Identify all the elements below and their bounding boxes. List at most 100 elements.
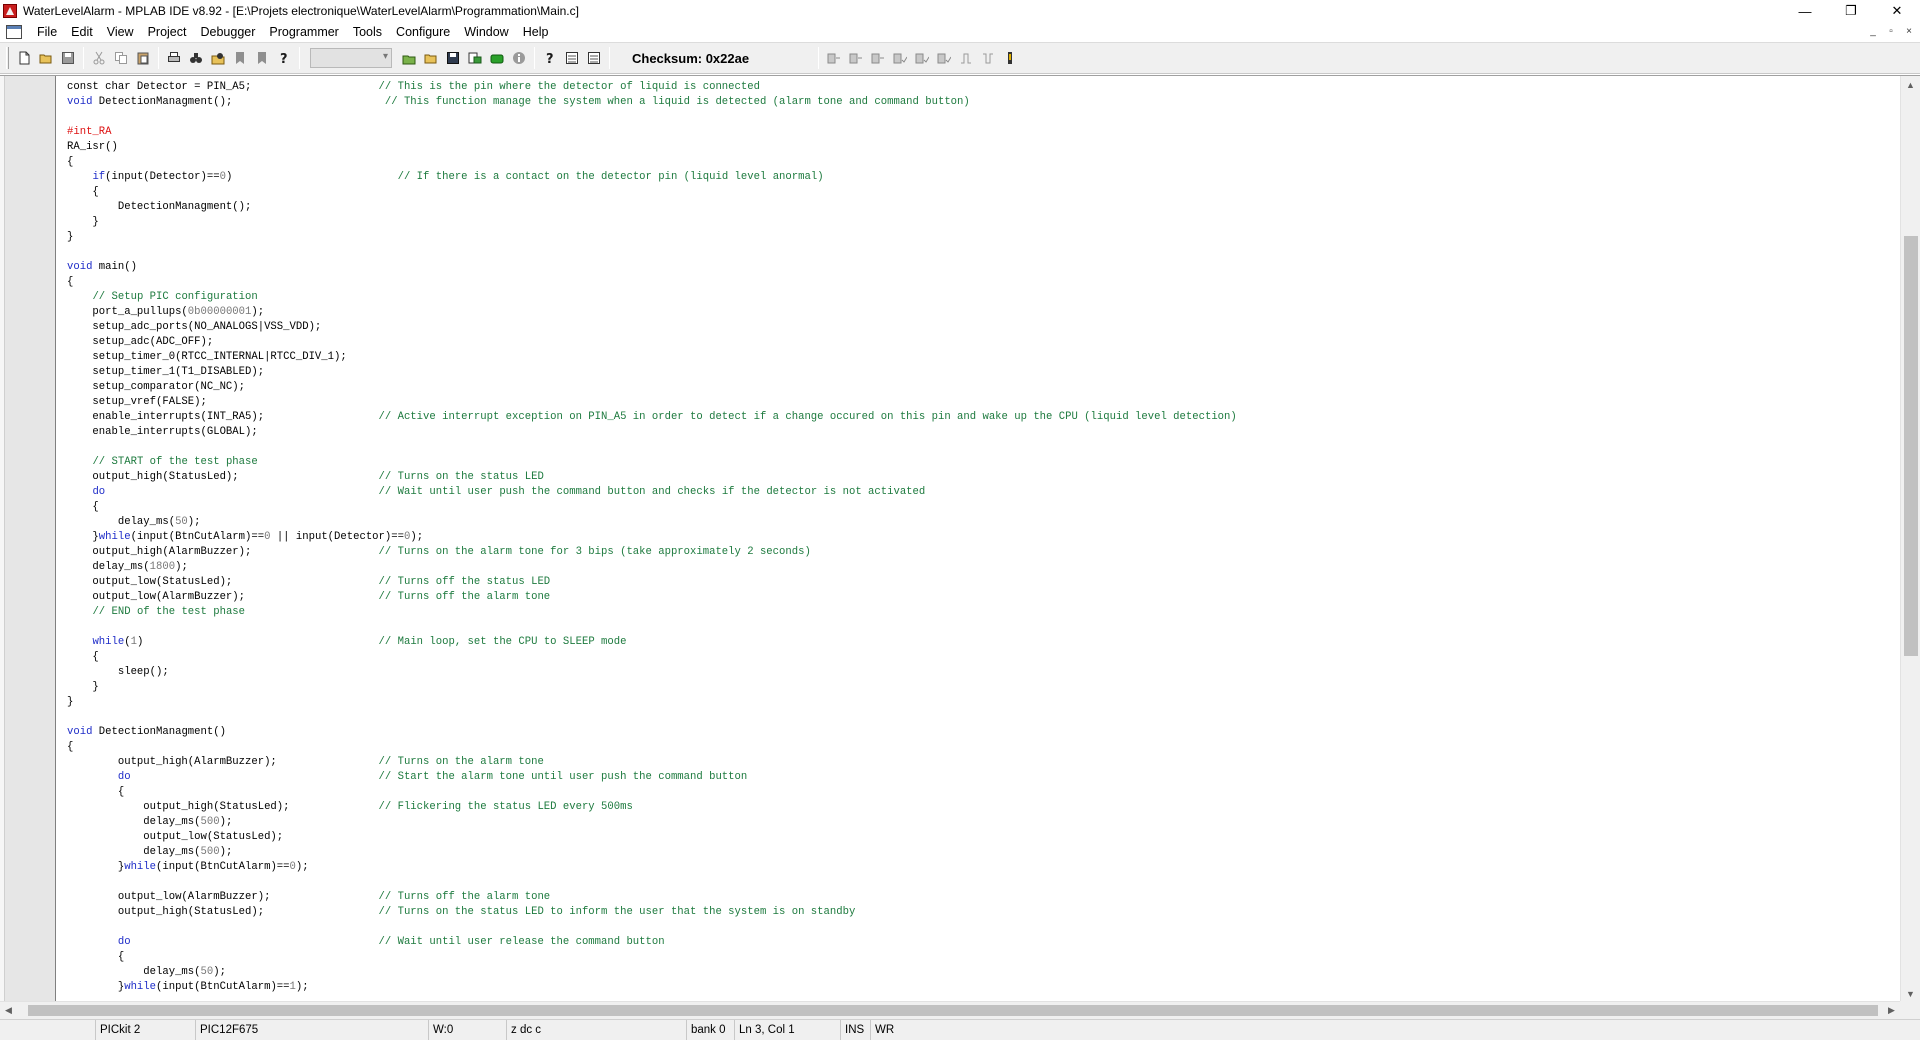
code-line[interactable]: output_low(StatusLed); // Turns off the … [67,575,1897,590]
close-icon[interactable]: ✕ [1874,0,1920,22]
code-line[interactable]: setup_adc_ports(NO_ANALOGS|VSS_VDD); [67,320,1897,335]
info-icon[interactable] [508,47,530,69]
code-line[interactable]: void main() [67,260,1897,275]
code-line[interactable]: setup_comparator(NC_NC); [67,380,1897,395]
doc-restore-icon[interactable]: ▫ [1884,25,1898,38]
code-line[interactable] [67,875,1897,890]
menu-file[interactable]: File [30,25,64,39]
code-line[interactable]: if(input(Detector)==0) // If there is a … [67,170,1897,185]
code-line[interactable]: RA_isr() [67,140,1897,155]
code-line[interactable]: output_high(StatusLed); // Flickering th… [67,800,1897,815]
menu-project[interactable]: Project [141,25,194,39]
menu-tools[interactable]: Tools [346,25,389,39]
new-file-icon[interactable] [13,47,35,69]
code-line[interactable]: delay_ms(1800); [67,560,1897,575]
code-line[interactable]: output_low(AlarmBuzzer); // Turns off th… [67,890,1897,905]
code-line[interactable]: output_high(StatusLed); // Turns on the … [67,470,1897,485]
menu-debugger[interactable]: Debugger [193,25,262,39]
programmer-connect-icon[interactable] [999,47,1021,69]
save-icon[interactable] [57,47,79,69]
code-line[interactable] [67,245,1897,260]
code-line[interactable]: setup_timer_1(T1_DISABLED); [67,365,1897,380]
open-folder-icon[interactable] [35,47,57,69]
code-line[interactable]: setup_vref(FALSE); [67,395,1897,410]
source-code[interactable]: const char Detector = PIN_A5; // This is… [67,80,1897,996]
menu-window[interactable]: Window [457,25,515,39]
code-line[interactable]: { [67,275,1897,290]
build-icon[interactable] [464,47,486,69]
code-line[interactable]: output_low(StatusLed); [67,830,1897,845]
menu-programmer[interactable]: Programmer [262,25,345,39]
toolbar-grip[interactable] [6,47,9,69]
code-line[interactable]: } [67,215,1897,230]
code-line[interactable]: output_high(AlarmBuzzer); // Turns on th… [67,545,1897,560]
save-project-icon[interactable] [442,47,464,69]
scroll-right-icon[interactable]: ▶ [1883,1002,1900,1019]
code-line[interactable]: delay_ms(500); [67,845,1897,860]
code-line[interactable]: do // Wait until user release the comman… [67,935,1897,950]
code-line[interactable]: while(1) // Main loop, set the CPU to SL… [67,635,1897,650]
editor-gutter[interactable] [0,76,56,1002]
code-line[interactable]: output_high(StatusLed); // Turns on the … [67,905,1897,920]
code-line[interactable]: port_a_pullups(0b00000001); [67,305,1897,320]
menu-view[interactable]: View [100,25,141,39]
watch-window-icon[interactable] [583,47,605,69]
code-line[interactable]: do // Start the alarm tone until user pu… [67,770,1897,785]
code-line[interactable]: const char Detector = PIN_A5; // This is… [67,80,1897,95]
code-line[interactable]: output_high(AlarmBuzzer); // Turns on th… [67,755,1897,770]
code-editor[interactable]: const char Detector = PIN_A5; // This is… [0,75,1920,1002]
vdd-off-icon[interactable] [977,47,999,69]
doc-close-icon[interactable]: × [1902,25,1916,38]
code-line[interactable]: { [67,155,1897,170]
programmer-blank-check-icon[interactable] [911,47,933,69]
build-configuration-select[interactable] [310,48,392,68]
paste-icon[interactable] [132,47,154,69]
horizontal-scroll-thumb[interactable] [28,1005,1878,1016]
menu-configure[interactable]: Configure [389,25,457,39]
minimize-icon[interactable]: — [1782,0,1828,22]
scroll-up-icon[interactable]: ▲ [1901,76,1920,93]
bookmark-prev-icon[interactable] [251,47,273,69]
new-project-icon[interactable] [398,47,420,69]
copy-icon[interactable] [110,47,132,69]
menu-help[interactable]: Help [516,25,556,39]
document-system-menu-icon[interactable] [6,25,22,39]
code-line[interactable]: } [67,695,1897,710]
programmer-read-eeprom-icon[interactable] [933,47,955,69]
menu-edit[interactable]: Edit [64,25,100,39]
restore-icon[interactable]: ❐ [1828,0,1874,22]
code-line[interactable]: } [67,680,1897,695]
programmer-erase-icon[interactable] [889,47,911,69]
vdd-on-icon[interactable] [955,47,977,69]
code-line[interactable]: enable_interrupts(GLOBAL); [67,425,1897,440]
code-line[interactable]: { [67,650,1897,665]
programmer-verify-icon[interactable] [867,47,889,69]
code-line[interactable]: setup_adc(ADC_OFF); [67,335,1897,350]
code-line[interactable]: { [67,500,1897,515]
code-line[interactable]: }while(input(BtnCutAlarm)==0 || input(De… [67,530,1897,545]
code-line[interactable]: { [67,950,1897,965]
code-line[interactable]: { [67,785,1897,800]
code-line[interactable] [67,110,1897,125]
code-line[interactable] [67,710,1897,725]
code-line[interactable]: output_low(AlarmBuzzer); // Turns off th… [67,590,1897,605]
find-icon[interactable] [185,47,207,69]
bookmark-icon[interactable] [229,47,251,69]
code-line[interactable]: { [67,185,1897,200]
code-line[interactable]: sleep(); [67,665,1897,680]
programmer-read-icon[interactable] [823,47,845,69]
code-line[interactable]: do // Wait until user push the command b… [67,485,1897,500]
code-line[interactable]: setup_timer_0(RTCC_INTERNAL|RTCC_DIV_1); [67,350,1897,365]
open-project-icon[interactable] [420,47,442,69]
code-line[interactable]: enable_interrupts(INT_RA5); // Active in… [67,410,1897,425]
code-line[interactable] [67,620,1897,635]
code-line[interactable]: { [67,740,1897,755]
doc-minimize-icon[interactable]: _ [1866,25,1880,38]
code-line[interactable]: #int_RA [67,125,1897,140]
vertical-scrollbar[interactable]: ▲ ▼ [1900,76,1920,1002]
code-line[interactable] [67,440,1897,455]
code-line[interactable]: // END of the test phase [67,605,1897,620]
code-line[interactable]: // START of the test phase [67,455,1897,470]
scroll-down-icon[interactable]: ▼ [1901,985,1920,1002]
programmer-write-icon[interactable] [845,47,867,69]
